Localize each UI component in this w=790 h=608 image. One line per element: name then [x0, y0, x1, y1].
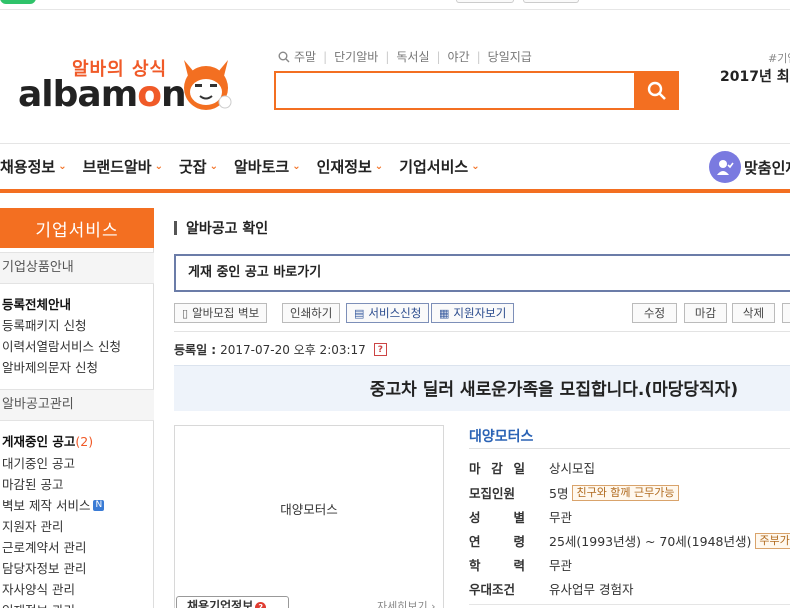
custom-talent-label[interactable]: 맞춤인재: [744, 157, 790, 178]
search-icon: [647, 81, 666, 100]
nav-item[interactable]: 인재정보 ⌄: [317, 156, 384, 177]
quick-keyword[interactable]: 당일지급: [488, 48, 532, 65]
quick-keyword[interactable]: 단기알바: [334, 48, 378, 65]
sidebar-link[interactable]: 마감된 공고: [2, 474, 63, 493]
nav-item[interactable]: 기업서비스 ⌄: [399, 156, 479, 177]
user-check-icon: [717, 160, 734, 175]
new-badge: N: [93, 500, 105, 511]
chevron-down-icon: ⌄: [374, 160, 384, 172]
field-value: 유사업무 경험자: [549, 582, 634, 597]
chevron-down-icon: ⌄: [58, 160, 67, 172]
active-count: (2): [75, 434, 94, 449]
title-bar: [174, 221, 177, 235]
sidebar-link[interactable]: 등록패키지 신청: [2, 315, 86, 334]
field-label: 우대조건: [469, 582, 516, 597]
sidebar-link[interactable]: 지원자 관리: [2, 516, 63, 535]
field-label: 모집인원: [469, 486, 516, 501]
toolbar-divider: [174, 331, 790, 332]
field-value: 무관: [549, 558, 573, 573]
nav-item[interactable]: 굿잡 ⌄: [179, 156, 218, 177]
company-logo-placeholder: 대양모터스: [280, 502, 338, 517]
sidebar-link[interactable]: 근로계약서 관리: [2, 537, 86, 556]
quick-keyword[interactable]: 야간: [448, 48, 470, 65]
headline-banner[interactable]: 2017년 최저: [720, 66, 790, 86]
quick-keyword[interactable]: 독서실: [396, 48, 429, 65]
sidebar-link[interactable]: 담당자정보 관리: [2, 558, 86, 577]
poster-button[interactable]: ▯ 알바모집 벽보: [174, 303, 268, 323]
sidebar-title: 기업서비스: [0, 208, 154, 248]
chevron-down-icon: ⌄: [292, 160, 301, 172]
sidebar-link[interactable]: 등록전체안내: [2, 294, 71, 313]
chevron-down-icon: ⌄: [154, 160, 163, 172]
field-label: 성별: [469, 510, 525, 525]
sidebar-divider: [153, 248, 154, 608]
quick-keyword[interactable]: 주말: [294, 48, 316, 65]
albamon-logo[interactable]: albamon: [18, 74, 187, 115]
field-label: 학력: [469, 558, 525, 573]
company-name[interactable]: 대양모터스: [469, 426, 533, 446]
document-icon: ▯: [182, 306, 189, 320]
sidebar-link[interactable]: 대기중인 공고: [2, 453, 75, 472]
field-value: 25세(1993년생) ~ 70세(1948년생)주부가능: [549, 531, 790, 550]
search-small-icon: [278, 51, 290, 62]
edit-button[interactable]: 수정: [632, 303, 677, 323]
goto-active-posting[interactable]: 게재 중인 공고 바로가기: [174, 254, 790, 292]
nav-item[interactable]: 알바토크 ⌄: [234, 156, 301, 177]
sidebar-section-title: 기업상품안내: [0, 252, 154, 284]
delete-button[interactable]: 삭제: [732, 303, 775, 323]
sidebar-link-active[interactable]: 게재중인 공고(2): [2, 431, 93, 450]
sidebar-link[interactable]: 인재정보 관리: [2, 600, 75, 608]
company-divider: [469, 448, 790, 449]
condition-tag: 주부가능: [755, 532, 790, 549]
field-value: 무관: [549, 510, 573, 525]
hashtag-link[interactable]: #기업: [768, 50, 790, 66]
field-label: 마감일: [469, 461, 525, 476]
top-green-tab[interactable]: [0, 0, 36, 4]
sidebar-link[interactable]: 자사양식 관리: [2, 579, 75, 598]
people-icon: ▦: [439, 306, 450, 320]
search-button[interactable]: [634, 71, 679, 110]
job-title: 중고차 딜러 새로운가족을 모집합니다.(마당당직자): [369, 380, 739, 400]
search-input[interactable]: [274, 71, 634, 110]
mascot-icon: [184, 60, 232, 110]
company-info-tab[interactable]: 채용기업정보?: [176, 596, 289, 608]
help-icon: ?: [255, 602, 267, 608]
page-title: 알바공고 확인: [174, 218, 268, 238]
quick-search-keywords: 주말 | 단기알바 | 독서실 | 야간 | 당일지급: [278, 48, 532, 65]
applicants-button[interactable]: ▦ 지원자보기: [431, 303, 515, 323]
top-util-button[interactable]: [456, 0, 514, 3]
registration-date: 등록일 :2017-07-20 오후 2:03:17?: [174, 341, 387, 358]
more-button[interactable]: [782, 303, 790, 323]
gnb-accent-bar: [0, 189, 790, 193]
chevron-down-icon: ⌄: [471, 160, 480, 172]
sidebar-section-title: 알바공고관리: [0, 389, 154, 421]
print-button[interactable]: 인쇄하기: [282, 303, 341, 323]
sidebar-link[interactable]: 벽보 제작 서비스 N: [2, 495, 105, 514]
nav-item[interactable]: 채용정보 ⌄: [0, 156, 67, 177]
gnb-divider: [0, 143, 790, 144]
field-value: 5명 친구와 함께 근무가능: [549, 483, 679, 502]
close-posting-button[interactable]: 마감: [684, 303, 727, 323]
chevron-down-icon: ⌄: [209, 160, 218, 172]
nav-item[interactable]: 브랜드알바 ⌄: [83, 156, 163, 177]
help-icon[interactable]: ?: [373, 343, 387, 356]
sidebar-link[interactable]: 알바제의문자 신청: [2, 357, 98, 376]
top-util-button[interactable]: [523, 0, 579, 3]
top-strip: [0, 0, 790, 10]
main-nav: 채용정보 ⌄ 브랜드알바 ⌄ 굿잡 ⌄ 알바토크 ⌄ 인재정보 ⌄ 기업서비스 ⌄: [0, 156, 496, 176]
custom-talent-icon[interactable]: [709, 151, 741, 183]
detail-divider: [469, 604, 790, 605]
detail-link[interactable]: 자세히보기 ›: [377, 598, 436, 608]
list-icon: ▤: [354, 306, 365, 320]
field-value: 상시모집: [549, 461, 596, 476]
sidebar-link[interactable]: 이력서열람서비스 신청: [2, 336, 121, 355]
condition-tag: 친구와 함께 근무가능: [572, 484, 679, 501]
service-request-button[interactable]: ▤ 서비스신청: [346, 303, 430, 323]
field-label: 연령: [469, 534, 525, 549]
